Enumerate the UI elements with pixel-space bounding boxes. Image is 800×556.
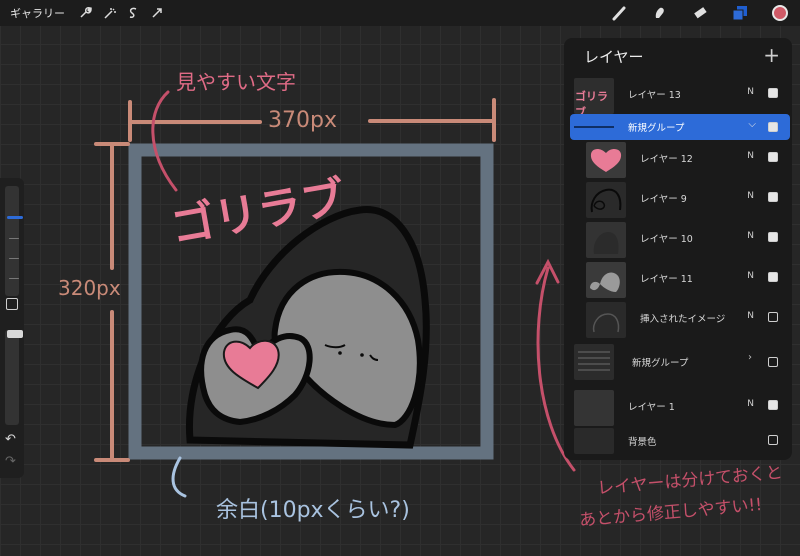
margin-note: 余白(10pxくらい?) bbox=[216, 498, 410, 523]
layer-name: 背景色 bbox=[628, 437, 657, 448]
visibility-checkbox[interactable] bbox=[768, 232, 778, 242]
right-toolbar bbox=[608, 0, 800, 26]
layer-thumbnail bbox=[586, 262, 626, 298]
slider-tick bbox=[9, 258, 19, 259]
blend-mode[interactable]: N bbox=[747, 191, 754, 201]
wrench-icon[interactable] bbox=[75, 3, 95, 23]
undo-icon[interactable]: ↶ bbox=[5, 432, 16, 447]
layer-thumbnail bbox=[574, 428, 614, 454]
margin-note-arrow bbox=[171, 456, 187, 498]
layer-row[interactable]: ゴリラブ レイヤー 13 N bbox=[572, 76, 790, 114]
layer-thumbnail: ゴリラブ bbox=[574, 78, 614, 114]
top-toolbar: ギャラリー bbox=[0, 0, 800, 26]
layer-row[interactable]: レイヤー 10 N bbox=[572, 220, 790, 258]
opacity-slider[interactable] bbox=[5, 330, 23, 425]
current-color-swatch bbox=[772, 5, 788, 21]
layer-name: 新規グループ bbox=[628, 123, 685, 134]
font-note-arrow bbox=[151, 90, 178, 192]
layer-thumbnail bbox=[574, 390, 614, 426]
blend-mode[interactable]: N bbox=[747, 151, 754, 161]
layer-row[interactable]: レイヤー 12 N bbox=[572, 140, 790, 178]
visibility-checkbox[interactable] bbox=[768, 192, 778, 202]
brush-size-thumb[interactable] bbox=[7, 216, 23, 219]
left-sidebar: ↶ ↷ bbox=[0, 178, 24, 478]
layer-thumbnail-text: ゴリラブ bbox=[575, 90, 608, 114]
color-picker[interactable] bbox=[768, 1, 792, 25]
layer-name: 新規グループ bbox=[632, 358, 689, 369]
height-dimension bbox=[94, 142, 130, 462]
add-layer-button[interactable]: + bbox=[763, 43, 780, 67]
layer-name: 挿入されたイメージ bbox=[640, 314, 726, 325]
blend-mode[interactable]: N bbox=[747, 271, 754, 281]
layer-row[interactable]: レイヤー 9 N bbox=[572, 180, 790, 218]
visibility-checkbox[interactable] bbox=[768, 122, 778, 132]
group-line bbox=[574, 126, 614, 128]
layer-row[interactable]: レイヤー 11 N bbox=[572, 260, 790, 298]
height-label: 320px bbox=[58, 276, 121, 300]
selection-icon[interactable] bbox=[123, 3, 143, 23]
visibility-checkbox[interactable] bbox=[768, 400, 778, 410]
brush-size-slider[interactable] bbox=[5, 186, 23, 296]
magic-wand-icon[interactable] bbox=[99, 3, 119, 23]
chevron-down-icon[interactable]: ⌵ bbox=[748, 119, 756, 130]
layer-name: レイヤー 1 bbox=[628, 402, 675, 413]
layer-name: レイヤー 12 bbox=[640, 154, 693, 165]
layer-name: レイヤー 9 bbox=[640, 194, 687, 205]
slider-tick bbox=[9, 238, 19, 239]
font-note: 見やすい文字 bbox=[176, 70, 296, 94]
blend-mode[interactable]: N bbox=[747, 87, 754, 97]
transform-icon[interactable] bbox=[147, 3, 167, 23]
layer-thumbnail bbox=[586, 182, 626, 218]
brush-icon[interactable] bbox=[608, 1, 632, 25]
slider-tick bbox=[9, 278, 19, 279]
layer-name: レイヤー 11 bbox=[640, 274, 693, 285]
blend-mode[interactable]: N bbox=[747, 311, 754, 321]
visibility-checkbox[interactable] bbox=[768, 435, 778, 445]
layer-group-row[interactable]: 新規グループ › bbox=[572, 342, 790, 380]
eraser-icon[interactable] bbox=[688, 1, 712, 25]
blend-mode[interactable]: N bbox=[747, 231, 754, 241]
layer-row[interactable]: 挿入されたイメージ N bbox=[572, 300, 790, 338]
smudge-icon[interactable] bbox=[648, 1, 672, 25]
layers-panel: レイヤー + ゴリラブ レイヤー 13 N 新規グループ ⌵ レイヤー 12 N… bbox=[564, 38, 792, 460]
visibility-checkbox[interactable] bbox=[768, 88, 778, 98]
layer-thumbnail bbox=[574, 344, 614, 380]
visibility-checkbox[interactable] bbox=[768, 272, 778, 282]
blend-mode[interactable]: N bbox=[747, 399, 754, 409]
layer-group-row[interactable]: 新規グループ ⌵ bbox=[570, 114, 790, 140]
background-color-row[interactable]: 背景色 bbox=[572, 426, 790, 464]
layer-thumbnail bbox=[586, 142, 626, 178]
redo-icon[interactable]: ↷ bbox=[5, 454, 16, 469]
layer-row[interactable]: レイヤー 1 N bbox=[572, 388, 790, 426]
layer-name: レイヤー 10 bbox=[640, 234, 693, 245]
chevron-right-icon[interactable]: › bbox=[748, 352, 752, 363]
layer-thumbnail bbox=[586, 222, 626, 258]
opacity-thumb[interactable] bbox=[7, 330, 23, 338]
visibility-checkbox[interactable] bbox=[768, 152, 778, 162]
layers-icon[interactable] bbox=[728, 1, 752, 25]
layer-name: レイヤー 13 bbox=[628, 90, 681, 101]
layers-panel-title: レイヤー bbox=[584, 48, 644, 66]
layer-thumbnail bbox=[586, 302, 626, 338]
visibility-checkbox[interactable] bbox=[768, 312, 778, 322]
modify-button[interactable] bbox=[6, 298, 18, 310]
width-label: 370px bbox=[268, 108, 337, 133]
visibility-checkbox[interactable] bbox=[768, 357, 778, 367]
gallery-button[interactable]: ギャラリー bbox=[10, 5, 65, 21]
